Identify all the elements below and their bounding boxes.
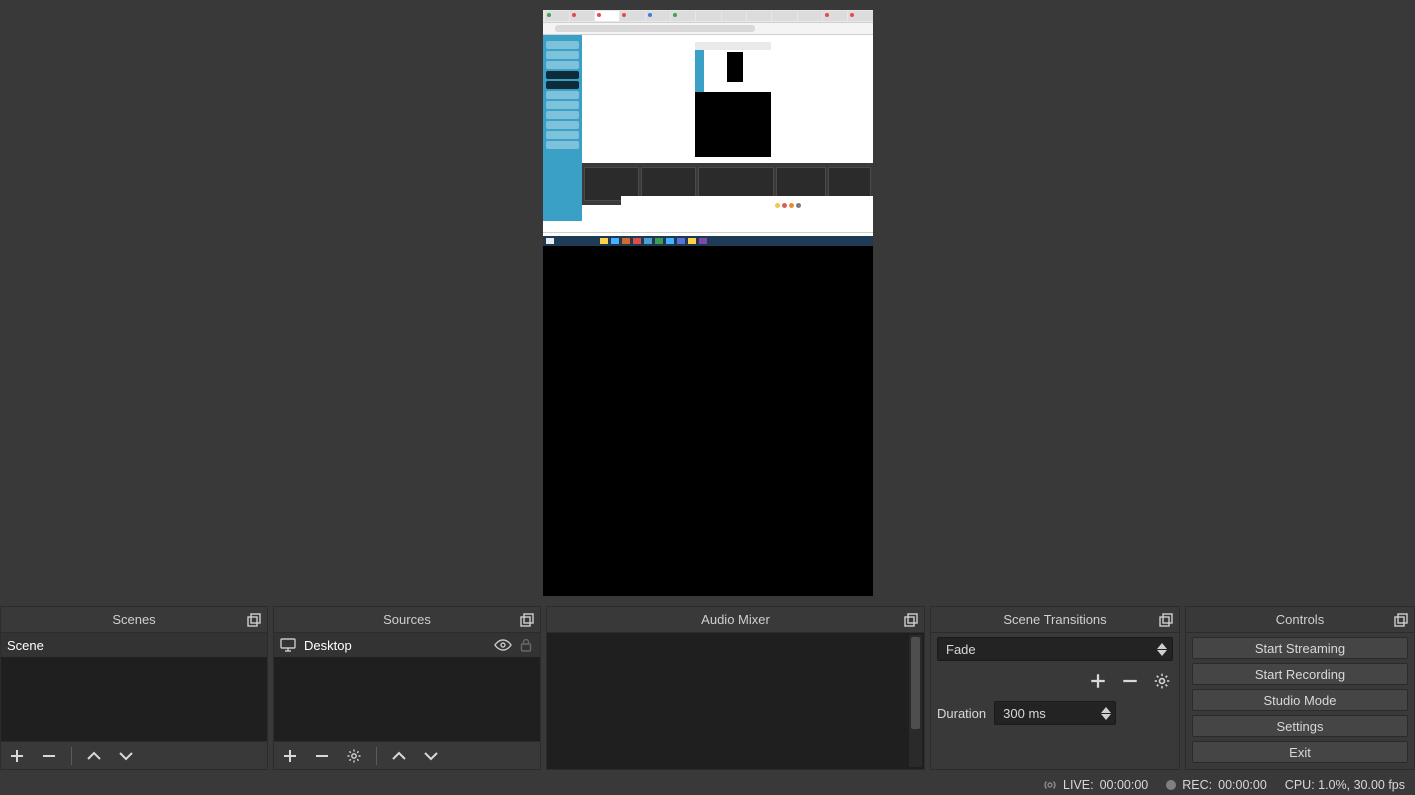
add-transition-icon[interactable] (1087, 670, 1109, 692)
rec-label: REC: (1182, 778, 1212, 792)
status-live: LIVE: 00:00:00 (1043, 778, 1148, 792)
record-dot-icon (1166, 780, 1176, 790)
audio-mixer-panel: Audio Mixer (546, 606, 925, 770)
lock-toggle-icon[interactable] (520, 638, 534, 652)
live-label: LIVE: (1063, 778, 1094, 792)
mock-captured-window (543, 10, 873, 246)
remove-icon[interactable] (312, 746, 332, 766)
mixer-scrollbar[interactable] (909, 635, 922, 767)
studio-mode-button[interactable]: Studio Mode (1192, 689, 1408, 711)
popout-icon[interactable] (1157, 611, 1175, 629)
scenes-title: Scenes (112, 612, 155, 627)
sources-toolbar (274, 741, 540, 769)
popout-icon[interactable] (902, 611, 920, 629)
scenes-header: Scenes (1, 607, 267, 633)
controls-panel: Controls Start Streaming Start Recording… (1185, 606, 1415, 770)
transitions-title: Scene Transitions (1003, 612, 1106, 627)
remove-transition-icon[interactable] (1119, 670, 1141, 692)
spin-caret-icon[interactable] (1097, 702, 1115, 724)
move-up-icon[interactable] (84, 746, 104, 766)
sources-header: Sources (274, 607, 540, 633)
broadcast-icon (1043, 778, 1057, 792)
status-rec: REC: 00:00:00 (1166, 778, 1267, 792)
cpu-text: CPU: 1.0%, 30.00 fps (1285, 778, 1405, 792)
rec-time: 00:00:00 (1218, 778, 1267, 792)
live-time: 00:00:00 (1100, 778, 1149, 792)
scenes-panel: Scenes Scene (0, 606, 268, 770)
duration-input[interactable]: 300 ms (994, 701, 1116, 725)
move-down-icon[interactable] (116, 746, 136, 766)
popout-icon[interactable] (1392, 611, 1410, 629)
start-recording-button[interactable]: Start Recording (1192, 663, 1408, 685)
sources-panel: Sources Desktop (273, 606, 541, 770)
remove-icon[interactable] (39, 746, 59, 766)
popout-icon[interactable] (245, 611, 263, 629)
add-icon[interactable] (280, 746, 300, 766)
status-bar: LIVE: 00:00:00 REC: 00:00:00 CPU: 1.0%, … (0, 775, 1415, 795)
gear-icon[interactable] (344, 746, 364, 766)
transition-selected: Fade (946, 642, 976, 657)
scene-name: Scene (7, 638, 44, 653)
bottom-dock: Scenes Scene (0, 606, 1415, 775)
visibility-toggle-icon[interactable] (494, 639, 512, 651)
scenes-list[interactable]: Scene (1, 633, 267, 741)
start-streaming-button[interactable]: Start Streaming (1192, 637, 1408, 659)
source-name: Desktop (304, 638, 352, 653)
transition-settings-gear-icon[interactable] (1151, 670, 1173, 692)
mixer-body[interactable] (547, 633, 924, 769)
settings-button[interactable]: Settings (1192, 715, 1408, 737)
toolbar-separator (376, 747, 377, 765)
scrollbar-thumb[interactable] (911, 637, 920, 729)
preview-area[interactable] (0, 0, 1415, 606)
toolbar-separator (71, 747, 72, 765)
mixer-title: Audio Mixer (701, 612, 770, 627)
move-down-icon[interactable] (421, 746, 441, 766)
mixer-header: Audio Mixer (547, 607, 924, 633)
source-item[interactable]: Desktop (274, 633, 540, 657)
transitions-header: Scene Transitions (931, 607, 1179, 633)
scene-transitions-panel: Scene Transitions Fade (930, 606, 1180, 770)
duration-value: 300 ms (1003, 706, 1046, 721)
transitions-body: Fade (931, 633, 1179, 769)
status-cpu: CPU: 1.0%, 30.00 fps (1285, 778, 1405, 792)
preview-canvas[interactable] (543, 10, 873, 596)
scene-item[interactable]: Scene (1, 633, 267, 657)
scenes-toolbar (1, 741, 267, 769)
display-capture-icon (280, 638, 296, 652)
exit-button[interactable]: Exit (1192, 741, 1408, 763)
transition-select[interactable]: Fade (937, 637, 1173, 661)
add-icon[interactable] (7, 746, 27, 766)
controls-title: Controls (1276, 612, 1324, 627)
sources-list[interactable]: Desktop (274, 633, 540, 741)
controls-body: Start Streaming Start Recording Studio M… (1186, 633, 1414, 769)
select-caret-icon (1152, 638, 1172, 660)
move-up-icon[interactable] (389, 746, 409, 766)
popout-icon[interactable] (518, 611, 536, 629)
sources-title: Sources (383, 612, 431, 627)
controls-header: Controls (1186, 607, 1414, 633)
duration-label: Duration (937, 706, 986, 721)
